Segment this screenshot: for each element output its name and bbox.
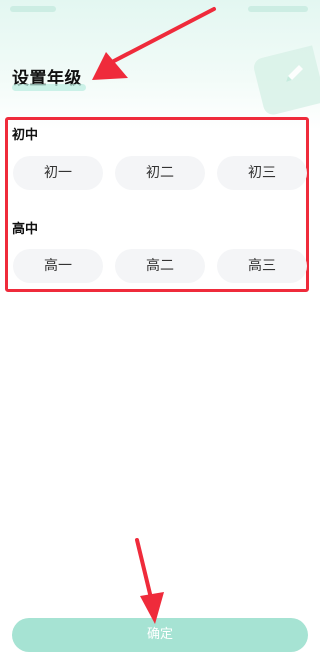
annotation-arrow-bottom [135,538,164,624]
grade-chip-chu-yi[interactable]: 初一 [13,156,103,190]
status-bar [0,0,320,20]
status-bar-left [10,6,56,12]
grade-chip-chu-er[interactable]: 初二 [115,156,205,190]
grade-chip-gao-er[interactable]: 高二 [115,249,205,283]
section-heading-senior-high: 高中 [12,222,39,237]
grade-chip-gao-san[interactable]: 高三 [217,249,307,283]
confirm-button[interactable]: 确定 [12,618,308,652]
grade-chip-gao-yi[interactable]: 高一 [13,249,103,283]
grade-chip-chu-san[interactable]: 初三 [217,156,307,190]
section-heading-junior-high: 初中 [12,128,39,143]
status-bar-right [248,6,308,12]
pencil-icon [286,65,303,82]
title-underline [12,84,86,91]
